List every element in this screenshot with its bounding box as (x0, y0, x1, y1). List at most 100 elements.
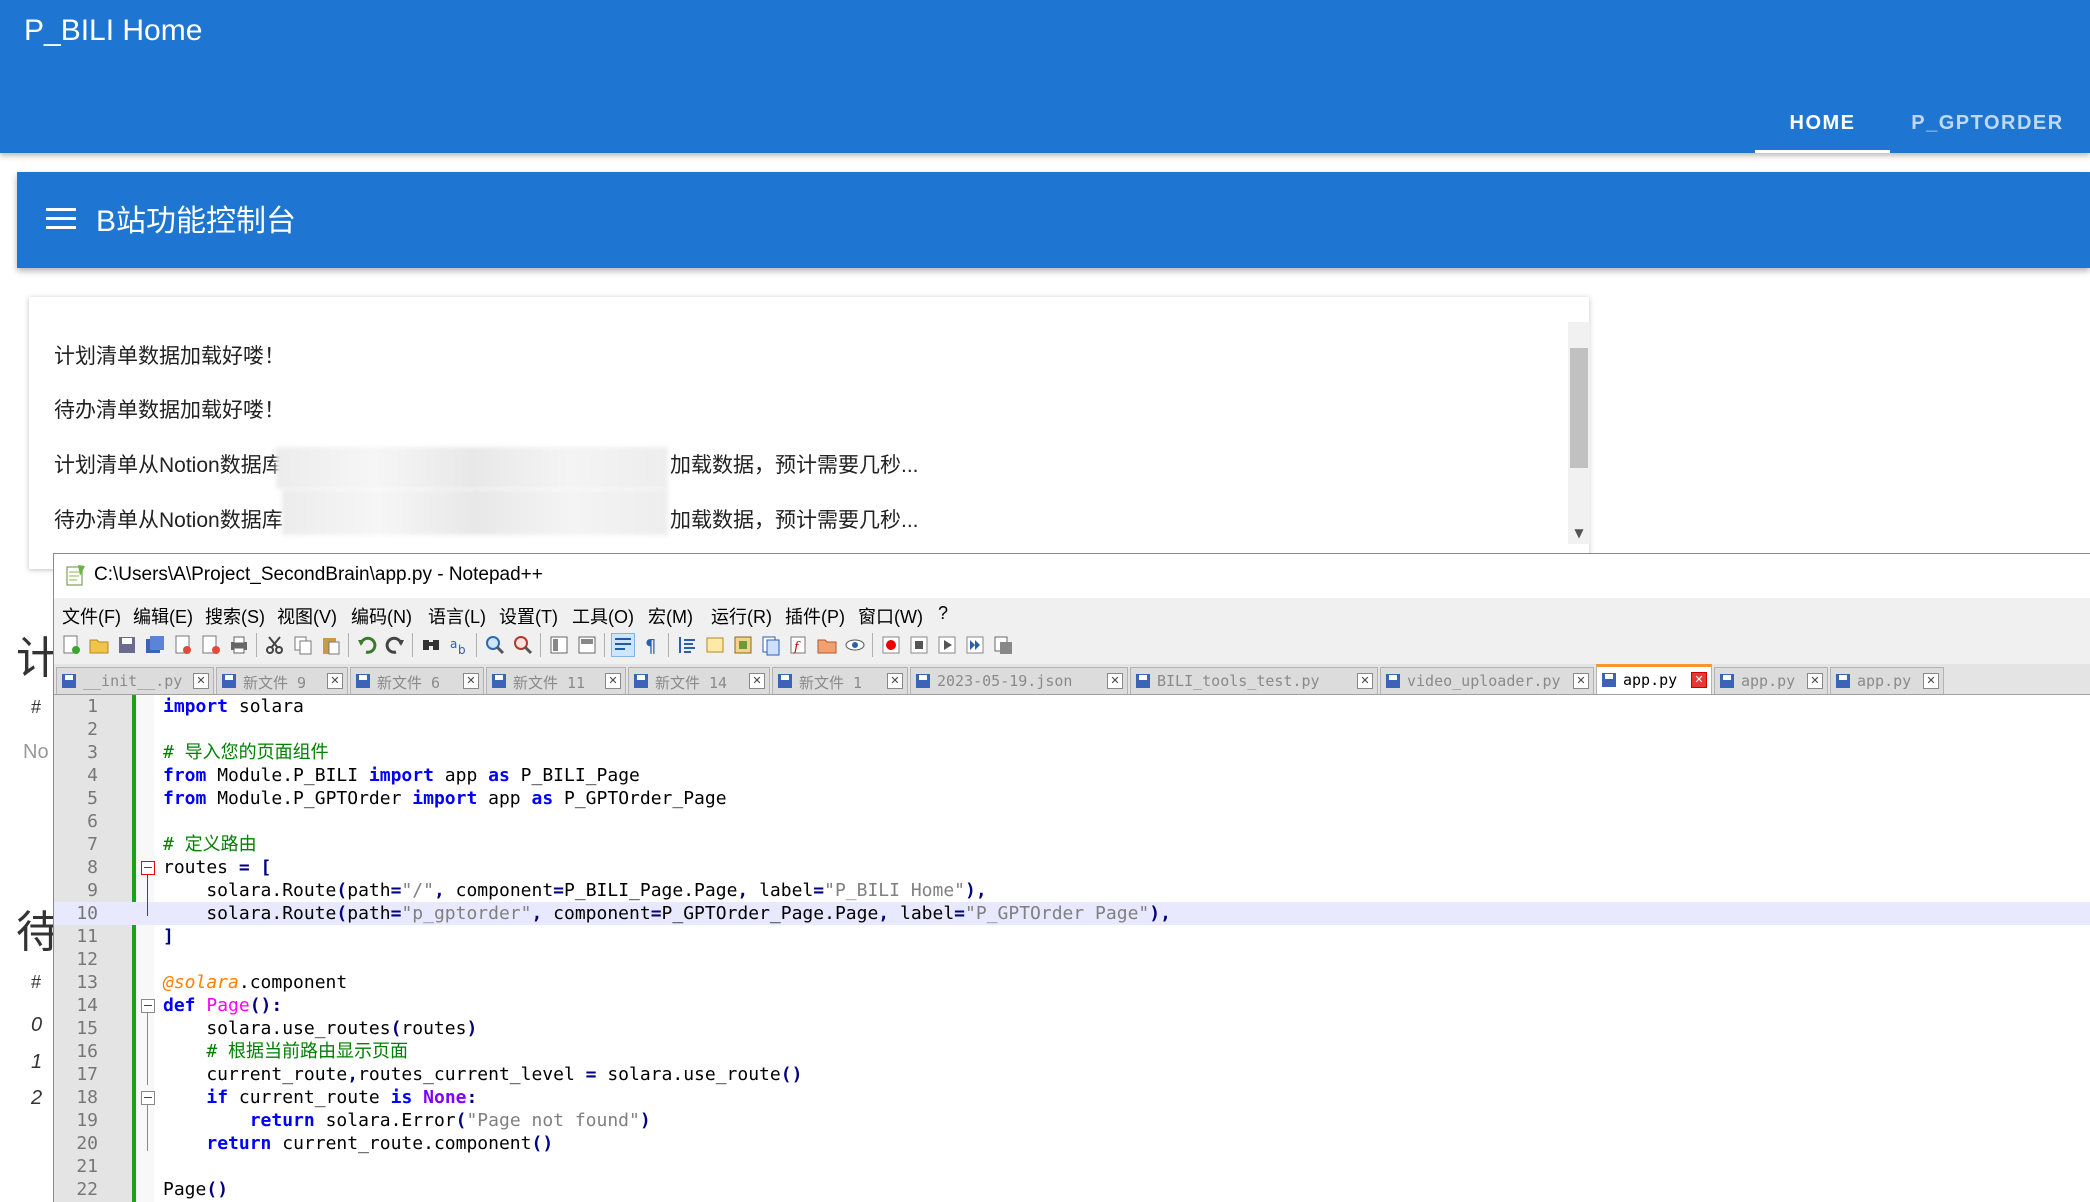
file-tab[interactable]: 新文件 14 ✕ (628, 667, 770, 694)
document-list-icon[interactable] (760, 634, 782, 656)
sync-horizontal-icon[interactable] (576, 634, 598, 656)
fold-toggle-icon[interactable] (141, 861, 155, 875)
stop-recording-icon[interactable] (908, 634, 930, 656)
editor-line[interactable]: 1 import solara (54, 695, 2090, 718)
menu-window[interactable]: 窗口(W) (858, 603, 923, 629)
code-line[interactable]: ] (163, 925, 174, 948)
code-line[interactable]: from Module.P_GPTOrder import app as P_G… (163, 787, 727, 810)
menu-plugins[interactable]: 插件(P) (785, 603, 845, 629)
menu-language[interactable]: 语言(L) (428, 603, 486, 629)
editor-line[interactable]: 9 solara.Route(path="/", component=P_BIL… (54, 879, 2090, 902)
folder-as-workspace-icon[interactable] (816, 634, 838, 656)
word-wrap-icon[interactable] (611, 633, 635, 657)
editor-line[interactable]: 8 routes = [ (54, 856, 2090, 879)
run-macro-multiple-icon[interactable] (964, 634, 986, 656)
editor-line[interactable]: 7 # 定义路由 (54, 833, 2090, 856)
menu-settings[interactable]: 设置(T) (499, 603, 558, 629)
menu-edit[interactable]: 编辑(E) (133, 603, 193, 629)
editor-line[interactable]: 11] (54, 925, 2090, 948)
redo-icon[interactable] (384, 634, 406, 656)
code-line[interactable]: return solara.Error("Page not found") (163, 1109, 651, 1132)
file-tab[interactable]: BILI_tools_test.py ✕ (1130, 667, 1378, 694)
user-defined-language-icon[interactable] (704, 634, 726, 656)
code-line[interactable]: @solara.component (163, 971, 347, 994)
document-map-icon[interactable] (732, 634, 754, 656)
undo-icon[interactable] (356, 634, 378, 656)
file-tab[interactable]: 新文件 6 ✕ (350, 667, 484, 694)
save-icon[interactable] (116, 634, 138, 656)
print-icon[interactable] (228, 634, 250, 656)
close-file-icon[interactable] (172, 634, 194, 656)
code-line[interactable]: # 根据当前路由显示页面 (163, 1040, 408, 1063)
file-tab[interactable]: 新文件 11 ✕ (486, 667, 626, 694)
close-tab-icon[interactable]: ✕ (1573, 673, 1589, 689)
save-all-icon[interactable] (144, 634, 166, 656)
editor-line[interactable]: 19 return solara.Error("Page not found") (54, 1109, 2090, 1132)
code-line[interactable]: # 导入您的页面组件 (163, 741, 329, 764)
menu-tools[interactable]: 工具(O) (572, 603, 634, 629)
file-tab[interactable]: __init__.py ✕ (56, 667, 214, 694)
close-tab-icon[interactable]: ✕ (887, 673, 903, 689)
nav-tab-home[interactable]: HOME (1755, 94, 1890, 153)
editor-line[interactable]: 13 @solara.component (54, 971, 2090, 994)
code-line[interactable]: current_route,routes_current_level = sol… (163, 1063, 802, 1086)
menu-file[interactable]: 文件(F) (62, 603, 121, 629)
file-tab[interactable]: video_uploader.py ✕ (1380, 667, 1594, 694)
menu-help[interactable]: ? (938, 603, 948, 624)
editor-line[interactable]: 5 from Module.P_GPTOrder import app as P_… (54, 787, 2090, 810)
monitoring-icon[interactable] (844, 634, 866, 656)
editor-line[interactable]: 4 from Module.P_BILI import app as P_BILI… (54, 764, 2090, 787)
close-tab-icon[interactable]: ✕ (1107, 673, 1123, 689)
fold-toggle-icon[interactable] (141, 1091, 155, 1105)
close-tab-icon[interactable]: ✕ (749, 673, 765, 689)
sync-vertical-icon[interactable] (548, 634, 570, 656)
paste-icon[interactable] (320, 634, 342, 656)
new-file-icon[interactable] (60, 634, 82, 656)
function-list-icon[interactable]: f (788, 634, 810, 656)
code-line[interactable]: solara.use_routes(routes) (163, 1017, 477, 1040)
close-tab-icon[interactable]: ✕ (1807, 673, 1823, 689)
code-line[interactable]: if current_route is None: (163, 1086, 477, 1109)
menu-encoding[interactable]: 编码(N) (351, 603, 412, 629)
editor-line[interactable]: 2 (54, 718, 2090, 741)
fold-toggle-icon[interactable] (141, 999, 155, 1013)
code-line[interactable]: from Module.P_BILI import app as P_BILI_… (163, 764, 640, 787)
code-line[interactable]: import solara (163, 695, 304, 718)
close-tab-icon[interactable]: ✕ (193, 673, 209, 689)
file-tab[interactable]: app.py ✕ (1830, 667, 1944, 694)
file-tab[interactable]: app.py ✕ (1714, 667, 1828, 694)
code-line[interactable]: solara.Route(path="p_gptorder", componen… (163, 902, 1171, 925)
copy-icon[interactable] (292, 634, 314, 656)
menu-search[interactable]: 搜索(S) (205, 603, 265, 629)
editor-line[interactable]: 17 current_route,routes_current_level = … (54, 1063, 2090, 1086)
file-tab-active[interactable]: app.py ✕ (1596, 664, 1712, 694)
save-macro-icon[interactable] (992, 634, 1014, 656)
editor-line[interactable]: 6 (54, 810, 2090, 833)
code-line[interactable]: routes = [ (163, 856, 271, 879)
close-all-icon[interactable] (200, 634, 222, 656)
close-tab-icon[interactable]: ✕ (327, 673, 343, 689)
replace-icon[interactable]: ab (448, 634, 470, 656)
editor-line[interactable]: 21 (54, 1155, 2090, 1178)
hamburger-menu-icon[interactable] (46, 208, 76, 232)
editor-line[interactable]: 12 (54, 948, 2090, 971)
code-line[interactable]: # 定义路由 (163, 833, 257, 856)
code-editor[interactable]: 1 import solara 2 3 # 导入您的页面组件 4 from Modul… (54, 695, 2090, 1202)
editor-line[interactable]: 20 return current_route.component() (54, 1132, 2090, 1155)
editor-line[interactable]: 15 solara.use_routes(routes) (54, 1017, 2090, 1040)
close-tab-icon[interactable]: ✕ (463, 673, 479, 689)
close-tab-icon[interactable]: ✕ (1923, 673, 1939, 689)
zoom-out-icon[interactable] (512, 634, 534, 656)
code-line[interactable]: Page() (163, 1178, 228, 1201)
nav-tab-p-gptorder[interactable]: P_GPTORDER (1900, 94, 2075, 153)
code-line[interactable]: return current_route.component() (163, 1132, 553, 1155)
close-tab-icon[interactable]: ✕ (1357, 673, 1373, 689)
file-tab[interactable]: 新文件 9 ✕ (216, 667, 348, 694)
editor-line[interactable]: 14 def Page(): (54, 994, 2090, 1017)
zoom-in-icon[interactable] (484, 634, 506, 656)
playback-macro-icon[interactable] (936, 634, 958, 656)
cut-icon[interactable] (264, 634, 286, 656)
scroll-down-arrow-icon[interactable]: ▼ (1569, 524, 1589, 542)
current-line-highlight[interactable]: 10 solara.Route(path="p_gptorder", compo… (54, 902, 2090, 925)
editor-line[interactable]: 18 if current_route is None: (54, 1086, 2090, 1109)
